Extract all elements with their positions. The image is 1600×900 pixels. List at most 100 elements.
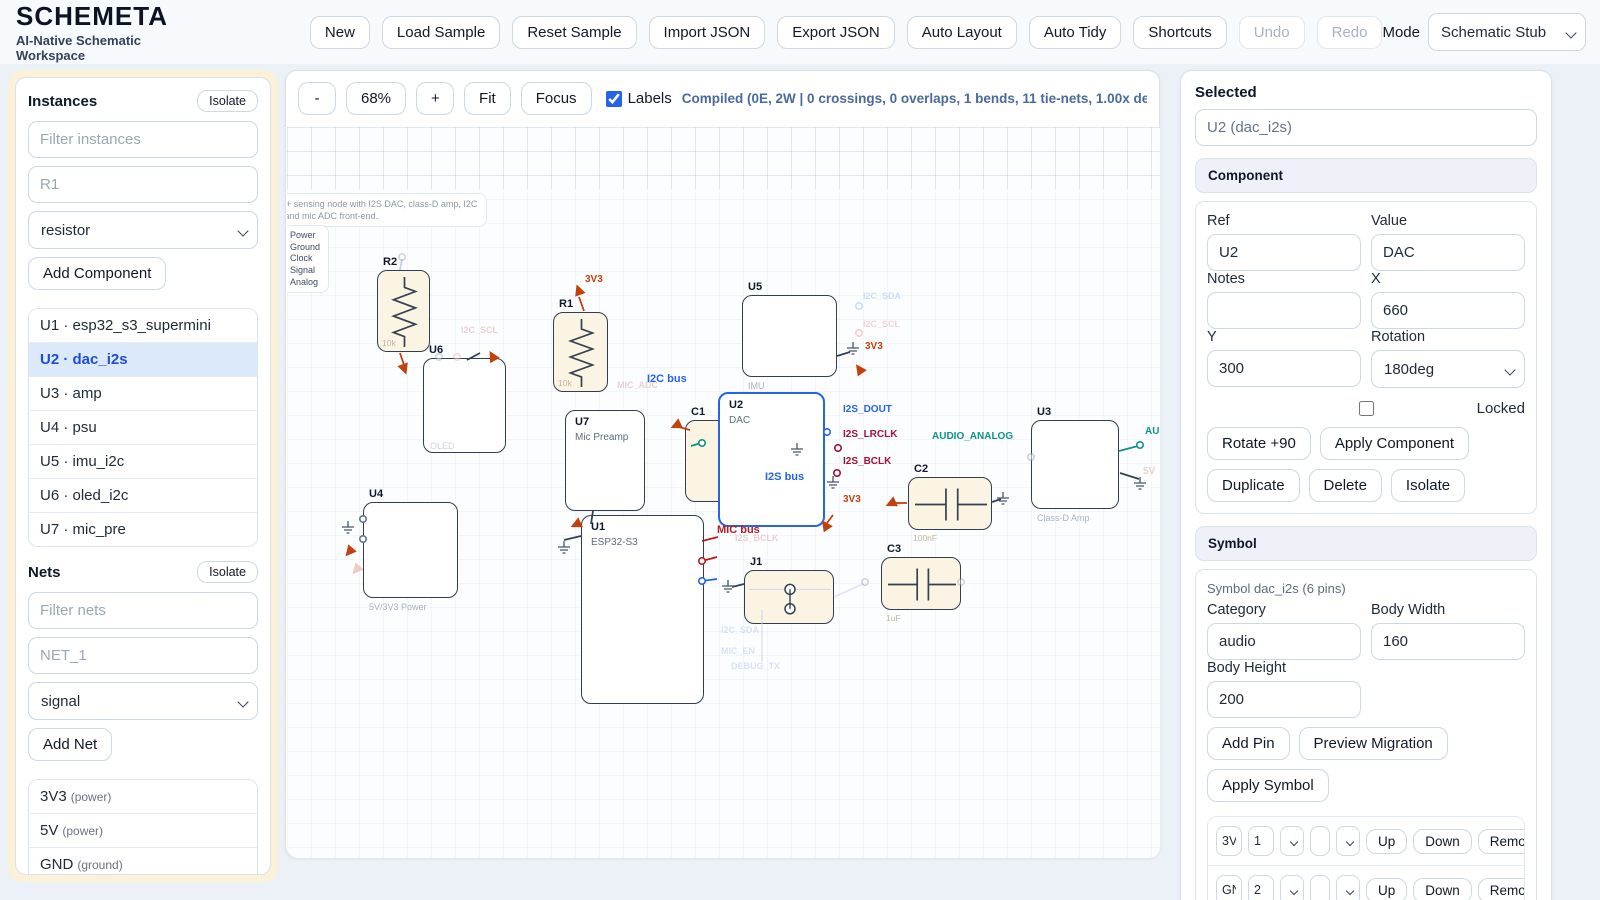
net-type-select[interactable]: signal	[28, 682, 258, 720]
mode-select[interactable]: Schematic Stub	[1428, 13, 1586, 51]
locked-checkbox[interactable]	[1359, 401, 1374, 416]
add-pin-button[interactable]: Add Pin	[1207, 727, 1290, 760]
component-u2[interactable]: U2DAC	[718, 392, 825, 527]
pin-side-select[interactable]	[1280, 875, 1304, 900]
net-name: GND	[40, 856, 73, 873]
pin-row-2: Up Down Remove	[1208, 866, 1524, 900]
pin-remove-button[interactable]: Remove	[1478, 878, 1525, 900]
add-net-button[interactable]: Add Net	[28, 728, 112, 761]
component-u3[interactable]: U3Class-D Amp	[1031, 420, 1119, 509]
preview-migration-button[interactable]: Preview Migration	[1299, 727, 1448, 760]
body-width-input[interactable]	[1371, 623, 1525, 660]
pin-kind-select[interactable]	[1336, 875, 1360, 900]
instance-list: U1 · esp32_s3_superminiU2 · dac_i2sU3 · …	[28, 308, 258, 547]
toolbar-button-auto-tidy[interactable]: Auto Tidy	[1029, 16, 1122, 49]
rotate-90-button[interactable]: Rotate +90	[1207, 427, 1311, 460]
instance-item[interactable]: U6 · oled_i2c	[29, 479, 257, 513]
pin-offset-input[interactable]	[1310, 826, 1330, 856]
new-component-ref-input[interactable]	[28, 166, 258, 203]
component-u6[interactable]: U6OLED	[423, 358, 506, 453]
toolbar-button-load-sample[interactable]: Load Sample	[382, 16, 500, 49]
pin-kind-select[interactable]	[1336, 826, 1360, 856]
component-u4[interactable]: U45V/3V3 Power	[363, 502, 458, 598]
pin-side-select[interactable]	[1280, 826, 1304, 856]
y-input[interactable]	[1207, 350, 1361, 387]
nets-filter-input[interactable]	[28, 592, 258, 629]
instance-item[interactable]: U5 · imu_i2c	[29, 445, 257, 479]
component-u7[interactable]: U7Mic Preamp	[565, 410, 645, 511]
net-item[interactable]: 5V(power)	[29, 814, 257, 848]
left-sidebar-wrap: Instances Isolate resistor Add Component…	[8, 70, 278, 882]
legend-entry-analog: Analog	[290, 277, 320, 289]
component-r1[interactable]: R110k	[553, 312, 608, 392]
component-type-select[interactable]: resistor	[28, 211, 258, 249]
instances-isolate-button[interactable]: Isolate	[197, 90, 258, 112]
net-kind: (ground)	[77, 858, 122, 872]
pin-icon	[856, 330, 862, 336]
zoom-out-button[interactable]: -	[298, 82, 336, 115]
toolbar-button-undo[interactable]: Undo	[1239, 16, 1305, 49]
pin-remove-button[interactable]: Remove	[1478, 829, 1525, 854]
isolate-button[interactable]: Isolate	[1391, 469, 1465, 502]
grid-band	[287, 127, 1160, 189]
schematic-canvas[interactable]: Smart audio + sensing node with I2S DAC,…	[287, 127, 1160, 858]
pin-number-input[interactable]	[1248, 826, 1274, 856]
category-input[interactable]	[1207, 623, 1361, 660]
value-input[interactable]	[1371, 234, 1525, 271]
legend-entry-clock: Clock	[290, 253, 320, 265]
component-c2[interactable]: C2100nF	[908, 477, 992, 530]
net-item[interactable]: GND (ground)	[29, 848, 257, 875]
component-r2[interactable]: R210k	[377, 270, 430, 352]
nets-isolate-button[interactable]: Isolate	[197, 561, 258, 583]
ref-input[interactable]	[1207, 234, 1361, 271]
rotation-select[interactable]: 180deg	[1371, 350, 1525, 388]
duplicate-button[interactable]: Duplicate	[1207, 469, 1300, 502]
apply-symbol-button[interactable]: Apply Symbol	[1207, 769, 1329, 802]
pin-down-button[interactable]: Down	[1413, 878, 1472, 900]
focus-button[interactable]: Focus	[521, 82, 592, 115]
component-u1[interactable]: U1ESP32-S3	[581, 515, 704, 704]
component-u5[interactable]: U5IMU	[742, 295, 837, 377]
instance-item[interactable]: U7 · mic_pre	[29, 513, 257, 546]
pin-down-button[interactable]: Down	[1413, 829, 1472, 854]
pin-number-input[interactable]	[1248, 875, 1274, 900]
pin-list: UpDownRemoveUpDownRemove	[1207, 816, 1525, 900]
toolbar-button-import-json[interactable]: Import JSON	[649, 16, 766, 49]
pin-name-input[interactable]	[1216, 875, 1242, 900]
zoom-level-button[interactable]: 68%	[346, 82, 406, 115]
net-label-3v3: 3V3	[865, 341, 883, 352]
new-net-name-input[interactable]	[28, 637, 258, 674]
zoom-in-button[interactable]: +	[416, 82, 454, 115]
pin-up-button[interactable]: Up	[1366, 829, 1407, 854]
instance-item[interactable]: U2 · dac_i2s	[29, 343, 257, 377]
toolbar-button-new[interactable]: New	[310, 16, 370, 49]
pin-name-input[interactable]	[1216, 826, 1242, 856]
component-caption: 5V/3V3 Power	[369, 602, 427, 612]
instance-item[interactable]: U4 · psu	[29, 411, 257, 445]
pin-offset-input[interactable]	[1310, 875, 1330, 900]
net-item[interactable]: 3V3(power)	[29, 780, 257, 814]
body-height-input[interactable]	[1207, 681, 1361, 718]
toolbar-button-export-json[interactable]: Export JSON	[777, 16, 895, 49]
pin-up-button[interactable]: Up	[1366, 878, 1407, 900]
rotation-label: Rotation	[1371, 329, 1525, 345]
x-input[interactable]	[1371, 292, 1525, 329]
fit-button[interactable]: Fit	[464, 82, 511, 115]
instances-filter-input[interactable]	[28, 121, 258, 158]
selected-value-input[interactable]	[1195, 109, 1537, 146]
toolbar-button-reset-sample[interactable]: Reset Sample	[512, 16, 636, 49]
add-component-button[interactable]: Add Component	[28, 257, 166, 290]
component-c3[interactable]: C31uF	[881, 557, 961, 610]
toolbar-button-shortcuts[interactable]: Shortcuts	[1133, 16, 1226, 49]
apply-component-button[interactable]: Apply Component	[1320, 427, 1469, 460]
net-label-debug-tx: DEBUG_TX	[731, 661, 780, 671]
toolbar-button-redo[interactable]: Redo	[1317, 16, 1383, 49]
toolbar-button-auto-layout[interactable]: Auto Layout	[907, 16, 1017, 49]
instance-item[interactable]: U3 · amp	[29, 377, 257, 411]
instance-item[interactable]: U1 · esp32_s3_supermini	[29, 309, 257, 343]
component-j1[interactable]: J1	[744, 570, 834, 624]
connector-symbol-icon	[745, 571, 835, 625]
labels-checkbox[interactable]	[606, 91, 622, 107]
notes-input[interactable]	[1207, 292, 1361, 329]
delete-button[interactable]: Delete	[1309, 469, 1382, 502]
